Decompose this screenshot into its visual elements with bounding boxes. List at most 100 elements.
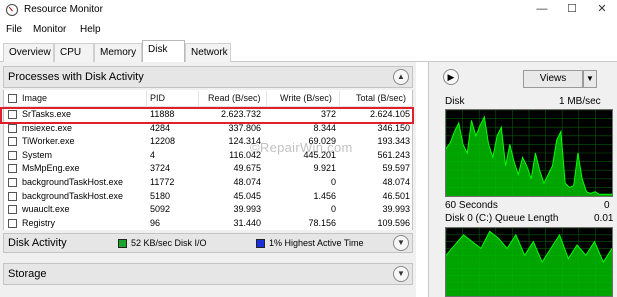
tab-overview[interactable]: Overview (3, 43, 54, 62)
col-image[interactable]: Image (22, 93, 47, 103)
resource-monitor-icon (6, 4, 18, 16)
collapse-graphs-button[interactable]: ▶ (443, 69, 459, 85)
cell-read: 45.045 (233, 190, 261, 201)
cell-write: 0 (330, 177, 336, 187)
table-row[interactable]: MsMpEng.exe 3724 49.675 9.921 59.597 (4, 162, 412, 176)
column-divider (146, 91, 147, 106)
menu-help[interactable]: Help (80, 24, 101, 35)
row-checkbox[interactable] (8, 150, 17, 160)
cell-image: backgroundTaskHost.exe (22, 177, 124, 187)
row-checkbox[interactable] (8, 218, 17, 228)
table-row[interactable]: backgroundTaskHost.exe 5180 45.045 1.456 46.… (4, 190, 412, 204)
row-checkbox[interactable] (8, 178, 17, 187)
cell-pid: 11772 (150, 177, 175, 187)
cell-write: 1.456 (313, 190, 336, 201)
disk-graph (445, 109, 613, 197)
table-row[interactable]: Registry 96 31.440 78.156 109.596 (4, 217, 412, 230)
cell-write: 8.344 (313, 122, 336, 133)
process-table: Image PID Read (B/sec) Write (B/sec) Tot… (3, 90, 413, 230)
graph2-title: Disk 0 (C:) Queue Length (445, 213, 559, 224)
minimize-button[interactable]: — (527, 0, 557, 20)
storage-header[interactable]: Storage ▼ (3, 263, 413, 285)
cell-write: 372 (320, 109, 336, 119)
cell-pid: 12208 (150, 136, 176, 147)
column-divider (266, 91, 267, 106)
table-header: Image PID Read (B/sec) Write (B/sec) Tot… (4, 90, 412, 107)
maximize-button[interactable]: ☐ (557, 0, 587, 20)
tab-disk[interactable]: Disk (142, 40, 185, 63)
disk-io-swatch (118, 239, 127, 248)
cell-write: 0 (330, 204, 336, 215)
close-button[interactable]: ✕ (587, 0, 617, 20)
row-checkbox[interactable] (8, 123, 17, 133)
col-total[interactable]: Total (B/sec) (356, 93, 406, 103)
table-row[interactable]: SrTasks.exe 11888 2.623.732 372 2.624.105 (4, 108, 412, 122)
disk-activity-header[interactable]: Disk Activity 52 KB/sec Disk I/O 1% High… (3, 233, 413, 253)
tab-strip: Overview CPU Memory Disk Network (0, 40, 617, 63)
cell-image: msiexec.exe (22, 122, 73, 133)
table-row[interactable]: wuauclt.exe 5092 39.993 0 39.993 (4, 203, 412, 217)
disk-activity-title: Disk Activity (8, 237, 67, 249)
cell-total: 346.150 (377, 122, 410, 133)
cell-read: 337.806 (228, 122, 261, 133)
cell-image: System (22, 149, 53, 160)
active-time-label: 1% Highest Active Time (269, 238, 364, 248)
column-divider (339, 91, 340, 106)
watermark: ©RepairWin.com (250, 140, 353, 155)
views-dropdown-arrow[interactable]: ▼ (583, 70, 597, 88)
menu-file[interactable]: File (6, 24, 22, 35)
cell-pid: 4284 (150, 122, 171, 133)
cell-pid: 3724 (150, 163, 171, 174)
active-time-swatch (256, 239, 265, 248)
cell-total: 2.624.105 (369, 109, 410, 119)
cell-read: 31.440 (233, 217, 261, 228)
window-title: Resource Monitor (24, 4, 103, 15)
cell-total: 46.501 (382, 190, 410, 201)
cell-pid: 4 (150, 149, 156, 160)
tab-memory[interactable]: Memory (94, 43, 142, 62)
cell-pid: 11888 (150, 109, 175, 119)
processes-section-header[interactable]: Processes with Disk Activity ▲ (3, 66, 413, 88)
row-checkbox[interactable] (8, 137, 17, 147)
menu-bar: File Monitor Help (0, 22, 617, 38)
col-pid[interactable]: PID (150, 93, 165, 103)
cell-image: MsMpEng.exe (22, 163, 80, 174)
cell-write: 78.156 (308, 217, 336, 228)
processes-section-title: Processes with Disk Activity (8, 71, 144, 83)
cell-image: wuauclt.exe (22, 204, 70, 215)
menu-monitor[interactable]: Monitor (33, 24, 66, 35)
cell-total: 48.074 (382, 177, 410, 187)
col-write[interactable]: Write (B/sec) (280, 93, 332, 103)
cell-total: 39.993 (382, 204, 410, 215)
graph1-title: Disk (445, 96, 465, 107)
right-pane: ▶ Views ▼ Disk 1 MB/sec 60 Seconds 0 Dis… (428, 62, 617, 297)
row-checkbox[interactable] (8, 191, 17, 201)
cell-image: SrTasks.exe (22, 109, 72, 119)
tab-cpu[interactable]: CPU (54, 43, 94, 62)
views-button[interactable]: Views (523, 70, 583, 88)
table-row[interactable]: msiexec.exe 4284 337.806 8.344 346.150 (4, 122, 412, 136)
graph1-footer: 60 Seconds (445, 200, 498, 211)
table-row[interactable]: backgroundTaskHost.exe 11772 48.074 0 48.074 (4, 176, 412, 190)
row-checkbox[interactable] (8, 205, 17, 215)
disk-io-label: 52 KB/sec Disk I/O (131, 238, 207, 248)
cell-total: 59.597 (382, 163, 410, 174)
tab-network[interactable]: Network (185, 43, 231, 62)
select-all-checkbox[interactable] (8, 94, 17, 103)
collapse-processes-button[interactable]: ▲ (393, 69, 409, 85)
cell-total: 193.343 (377, 136, 410, 147)
cell-total: 561.243 (377, 149, 410, 160)
row-checkbox[interactable] (8, 110, 17, 119)
cell-write: 9.921 (313, 163, 336, 174)
cell-read: 48.074 (233, 177, 261, 187)
expand-disk-activity-button[interactable]: ▼ (393, 235, 409, 251)
col-read[interactable]: Read (B/sec) (208, 93, 261, 103)
cell-pid: 5180 (150, 190, 171, 201)
expand-storage-button[interactable]: ▼ (393, 266, 409, 282)
cell-total: 109.596 (377, 217, 410, 228)
row-checkbox[interactable] (8, 164, 17, 174)
cell-pid: 5092 (150, 204, 171, 215)
queue-length-graph (445, 227, 613, 297)
cell-read: 39.993 (233, 204, 261, 215)
graph1-footer-value: 0 (604, 200, 610, 211)
